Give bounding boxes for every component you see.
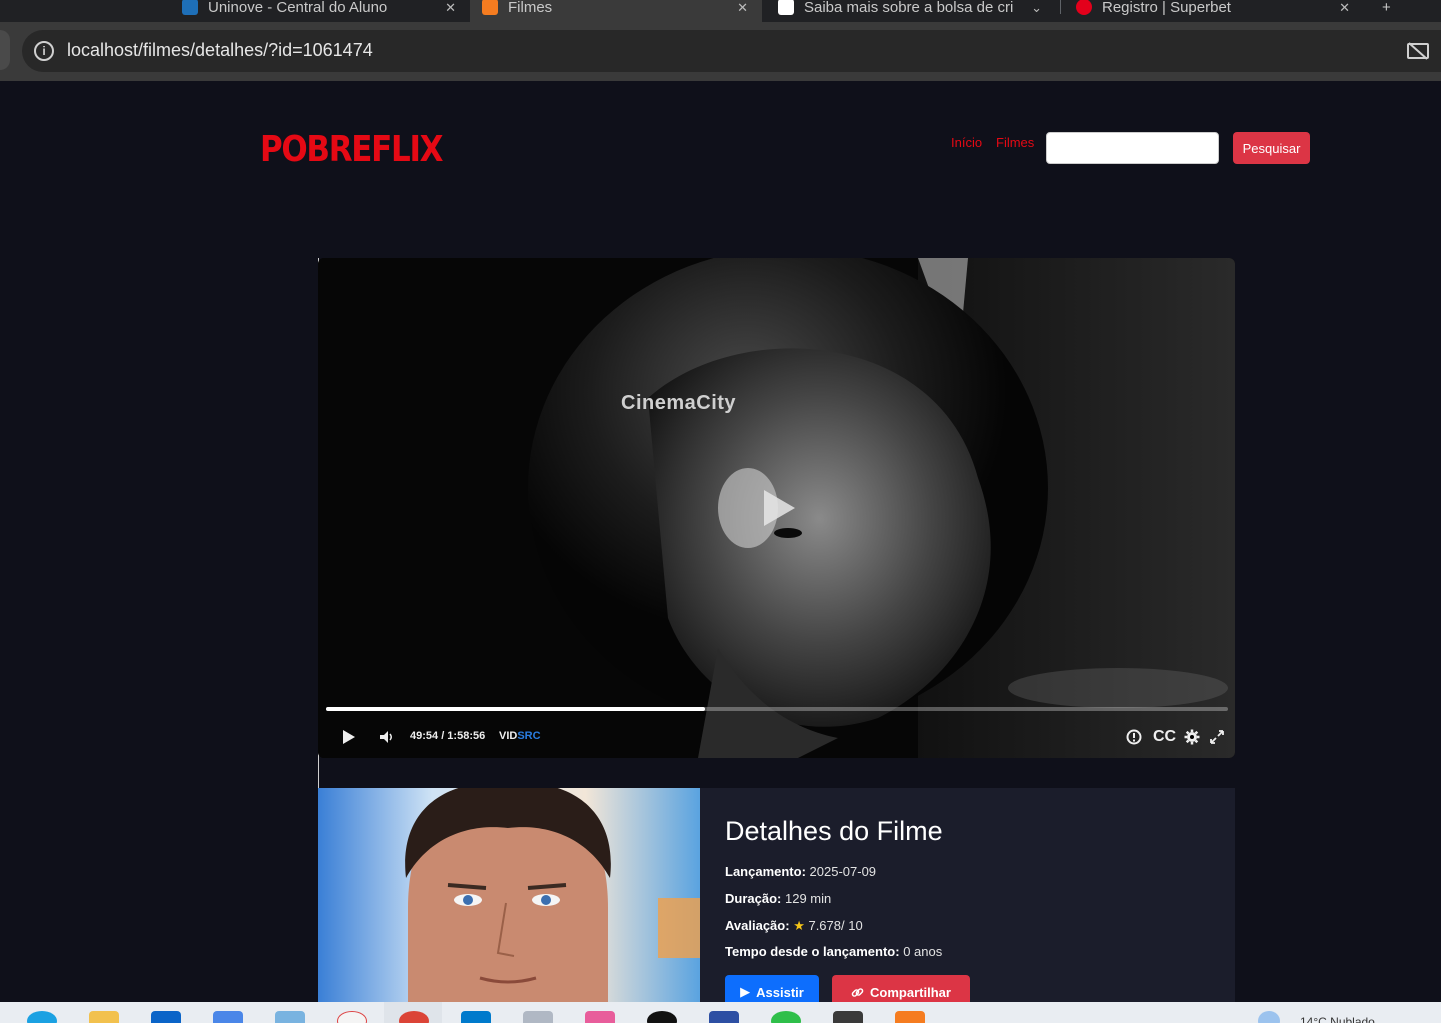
file-explorer-icon[interactable] [89, 1011, 119, 1023]
gear-icon[interactable] [1184, 729, 1200, 745]
report-icon[interactable] [1126, 729, 1142, 745]
uninove-favicon-icon [182, 0, 198, 15]
video-player[interactable]: CinemaCity 49:54 / 1:58:56 VIDSRC CC [318, 258, 1235, 758]
app-icon[interactable] [895, 1011, 925, 1023]
movie-poster [318, 788, 700, 1002]
duration-label: Duração: [725, 891, 782, 906]
time-display: 49:54 / 1:58:56 [410, 730, 486, 742]
close-icon[interactable]: ✕ [1339, 0, 1350, 16]
app-icon[interactable] [275, 1011, 305, 1023]
fullscreen-icon[interactable] [1210, 730, 1224, 744]
watch-button-label: Assistir [756, 984, 804, 1000]
rating-value: 7.678/ 10 [808, 918, 863, 933]
tab-label: Uninove - Central do Aluno [208, 0, 388, 16]
details-title: Detalhes do Filme [725, 816, 943, 846]
release-label: Lançamento: [725, 864, 806, 879]
since-release-label: Tempo desde o lançamento: [725, 944, 900, 959]
filmes-favicon-icon [482, 0, 498, 15]
weather-text[interactable]: 14°C Nublado [1300, 1015, 1375, 1023]
nav-link-inicio[interactable]: Início [951, 135, 982, 150]
progress-fill [326, 707, 705, 711]
edge-icon[interactable] [27, 1011, 57, 1023]
link-icon [851, 987, 864, 997]
app-icon[interactable] [585, 1011, 615, 1023]
since-release-value: 0 anos [903, 944, 943, 959]
site-logo[interactable]: POBREFLIX [260, 129, 444, 170]
weather-icon[interactable] [1258, 1011, 1280, 1023]
share-button[interactable]: Compartilhar [832, 975, 970, 1002]
back-button-edge[interactable] [0, 30, 10, 70]
app-icon[interactable] [771, 1011, 801, 1023]
duration-row: Duração: 129 min [725, 891, 831, 906]
brand-main-text: VID [499, 730, 518, 742]
star-icon: ★ [793, 918, 805, 933]
tab-filmes[interactable]: Filmes ✕ [470, 0, 762, 22]
since-release-row: Tempo desde o lançamento: 0 anos [725, 944, 942, 959]
close-icon[interactable]: ✕ [737, 0, 748, 16]
new-tab-button[interactable]: + [1370, 0, 1410, 22]
page: POBREFLIX Início Filmes Pesquisar Cinema… [0, 81, 1441, 1002]
chevron-down-icon[interactable]: ⌄ [1031, 0, 1042, 16]
app-icon[interactable] [337, 1011, 367, 1023]
watch-button[interactable]: ▶ Assistir [725, 975, 819, 1002]
url-text[interactable]: localhost/filmes/detalhes/?id=1061474 [67, 40, 373, 61]
app-icon[interactable] [213, 1011, 243, 1023]
release-value: 2025-07-09 [809, 864, 877, 879]
play-icon[interactable] [343, 730, 355, 744]
vidsrc-brand[interactable]: VIDSRC [499, 730, 541, 742]
os-taskbar: 14°C Nublado [0, 1002, 1441, 1023]
tab-superbet[interactable]: Registro | Superbet ✕ [1064, 0, 1364, 22]
bolsa-favicon-icon [778, 0, 794, 15]
tab-bolsa[interactable]: Saiba mais sobre a bolsa de cri ⌄ [766, 0, 1056, 22]
browser-tabstrip: Uninove - Central do Aluno ✕ Filmes ✕ Sa… [0, 0, 1441, 22]
rating-row: Avaliação: ★ 7.678/ 10 [725, 918, 863, 934]
brand-accent-text: SRC [517, 730, 541, 742]
video-watermark: CinemaCity [621, 392, 737, 414]
close-icon[interactable]: ✕ [445, 0, 456, 16]
cast-off-icon[interactable] [1407, 42, 1429, 60]
play-icon: ▶ [740, 984, 751, 999]
superbet-favicon-icon [1076, 0, 1092, 15]
captions-button[interactable]: CC [1153, 728, 1176, 746]
rating-label: Avaliação: [725, 918, 790, 933]
app-icon[interactable] [833, 1011, 863, 1023]
tab-separator [1060, 0, 1061, 14]
app-icon[interactable] [523, 1011, 553, 1023]
share-button-label: Compartilhar [870, 984, 951, 1000]
address-bar[interactable]: i localhost/filmes/detalhes/?id=1061474 [22, 30, 1441, 72]
movie-details-panel: Detalhes do Filme Lançamento: 2025-07-09… [318, 788, 1235, 1002]
release-row: Lançamento: 2025-07-09 [725, 864, 876, 879]
duration-value: 129 min [784, 891, 832, 906]
nav-link-filmes[interactable]: Filmes [996, 135, 1034, 150]
tab-label: Saiba mais sobre a bolsa de cri [804, 0, 1014, 16]
tab-uninove[interactable]: Uninove - Central do Aluno ✕ [170, 0, 470, 22]
progress-bar[interactable] [326, 707, 1228, 711]
tab-label: Registro | Superbet [1102, 0, 1231, 16]
volume-icon[interactable] [379, 730, 395, 744]
play-overlay-icon[interactable] [764, 490, 795, 526]
store-icon[interactable] [151, 1011, 181, 1023]
search-input[interactable] [1046, 132, 1219, 164]
info-icon[interactable]: i [34, 41, 54, 61]
tab-label: Filmes [508, 0, 553, 16]
search-button[interactable]: Pesquisar [1233, 132, 1310, 164]
app-icon[interactable] [709, 1011, 739, 1023]
browser-toolbar: i localhost/filmes/detalhes/?id=1061474 [0, 22, 1441, 81]
app-icon[interactable] [647, 1011, 677, 1023]
vscode-icon[interactable] [461, 1011, 491, 1023]
